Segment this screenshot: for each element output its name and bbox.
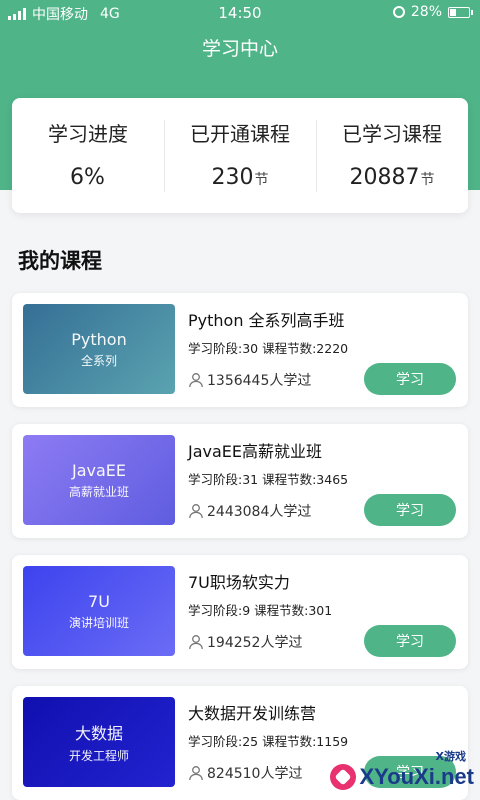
person-icon: [189, 635, 203, 650]
stat-value: 230: [211, 164, 254, 190]
course-title: 大数据开发训练营: [188, 704, 317, 723]
stat-value: 6%: [70, 164, 105, 190]
site-watermark: X游戏 XYouXi.net: [329, 750, 475, 790]
course-card[interactable]: JavaEE 高薪就业班 JavaEE高薪就业班 学习阶段:31 课程节数:34…: [12, 424, 468, 538]
course-title: 7U职场软实力: [188, 573, 290, 592]
page-title: 学习中心: [201, 38, 278, 60]
stat-opened-courses[interactable]: 已开通课程 230节: [164, 116, 316, 196]
battery-percent: 28%: [410, 4, 442, 20]
rotation-lock-icon: [392, 6, 405, 18]
watermark-small-text: X游戏: [435, 750, 466, 763]
thumb-title: Python: [71, 329, 127, 349]
study-button[interactable]: 学习: [364, 625, 456, 657]
status-bar: 中国移动 4G 14:50 28%: [0, 0, 480, 26]
course-meta: 学习阶段:31 课程节数:3465: [188, 472, 349, 487]
thumb-title: 大数据: [74, 724, 123, 743]
stat-label: 学习进度: [48, 121, 128, 146]
thumb-title: 7U: [88, 591, 110, 611]
course-title: JavaEE高薪就业班: [188, 442, 323, 461]
course-meta: 学习阶段:9 课程节数:301: [188, 603, 333, 618]
battery-icon: [448, 6, 473, 18]
learner-count: 2443084人学过: [207, 504, 312, 520]
course-meta: 学习阶段:30 课程节数:2220: [188, 341, 349, 356]
section-title: 我的课程: [18, 249, 102, 273]
watermark-text: XYouXi.net: [359, 764, 475, 789]
course-meta: 学习阶段:25 课程节数:1159: [188, 734, 349, 749]
learner-count: 194252人学过: [207, 635, 303, 651]
stat-unit: 节: [254, 171, 269, 188]
course-card[interactable]: 7U 演讲培训班 7U职场软实力 学习阶段:9 课程节数:301 194252人…: [12, 555, 468, 669]
stat-value: 20887: [349, 164, 420, 190]
learner-count: 1356445人学过: [207, 373, 312, 389]
course-title: Python 全系列高手班: [188, 311, 345, 330]
stat-progress[interactable]: 学习进度 6%: [12, 116, 164, 196]
thumb-title: JavaEE: [71, 460, 126, 480]
person-icon: [189, 504, 203, 519]
course-thumbnail[interactable]: 7U 演讲培训班: [23, 566, 175, 656]
thumb-subtitle: 开发工程师: [68, 749, 129, 763]
course-thumbnail[interactable]: Python 全系列: [23, 304, 175, 394]
thumb-subtitle: 全系列: [80, 353, 117, 368]
stat-unit: 节: [420, 171, 435, 188]
stat-studied-courses[interactable]: 已学习课程 20887节: [316, 116, 468, 196]
stats-card: 学习进度 6% 已开通课程 230节 已学习课程 20887节: [12, 98, 468, 213]
thumb-subtitle: 演讲培训班: [68, 615, 129, 630]
learner-count: 824510人学过: [207, 766, 303, 782]
course-card[interactable]: Python 全系列 Python 全系列高手班 学习阶段:30 课程节数:22…: [12, 293, 468, 407]
study-button[interactable]: 学习: [364, 363, 456, 395]
study-button[interactable]: 学习: [364, 494, 456, 526]
gamepad-logo-icon: [329, 764, 356, 790]
stat-label: 已学习课程: [342, 121, 442, 146]
stat-label: 已开通课程: [190, 121, 290, 146]
person-icon: [189, 373, 203, 388]
person-icon: [189, 766, 203, 781]
course-thumbnail[interactable]: 大数据 开发工程师: [23, 697, 175, 787]
course-thumbnail[interactable]: JavaEE 高薪就业班: [23, 435, 175, 525]
thumb-subtitle: 高薪就业班: [68, 484, 129, 499]
